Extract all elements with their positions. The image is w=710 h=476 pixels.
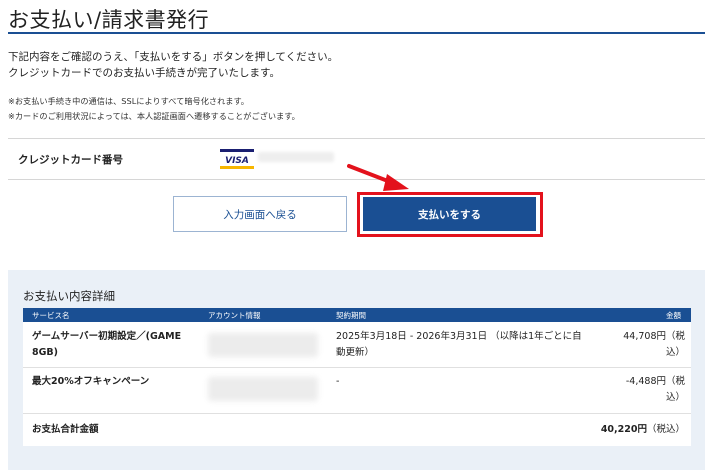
red-arrow-icon [347,164,409,191]
masked-card-number [258,152,334,162]
back-to-input-button[interactable]: 入力画面へ戻る [173,196,347,232]
amount-line: 込） [665,347,685,358]
total-amount: 40,220円（税込） [525,422,685,438]
amount: 44,708円（税 込） [605,329,685,361]
total-label: お支払合計金額 [32,424,99,435]
intro-text: 下記内容をご確認のうえ、「支払いをする」ボタンを押してください。 クレジットカー… [8,50,338,81]
period-line: 動更新） [336,347,375,358]
visa-icon: VISA [220,149,254,169]
service-name: ゲームサーバー初期設定／(GAME 8GB) [32,329,202,361]
service-line: 最大20%オフキャンペーン [32,376,150,387]
header-amount: 金額 [666,311,681,320]
header-account: アカウント情報 [208,311,261,320]
service-line: ゲームサーバー初期設定／(GAME [32,331,182,342]
contract-period: - [336,374,591,390]
page-title: お支払い/請求書発行 [8,8,210,32]
visa-logo-text: VISA [225,156,249,166]
account-info-masked [208,333,318,357]
table-header: サービス名 アカウント情報 契約期間 金額 [23,308,691,322]
details-title: お支払い内容詳細 [23,289,115,303]
period-line: 2025年3月18日 - 2026年3月31日 （以降は1年ごとに自 [336,331,582,342]
service-name: 最大20%オフキャンペーン [32,374,202,390]
total-value: 40,220円 [600,424,647,435]
contract-period: 2025年3月18日 - 2026年3月31日 （以降は1年ごとに自 動更新） [336,329,591,361]
notes: ※お支払い手続き中の通信は、SSLによりすべて暗号化されます。 ※カードのご利用… [8,94,300,124]
payment-details-panel: お支払い内容詳細 サービス名 アカウント情報 契約期間 金額 ゲームサーバー初期… [8,270,705,470]
service-line: 8GB) [32,347,58,358]
header-period: 契約期間 [336,311,366,320]
table-row: ゲームサーバー初期設定／(GAME 8GB) 2025年3月18日 - 2026… [23,322,691,368]
amount-line: -4,488円（税 [625,376,685,387]
amount-line: 44,708円（税 [623,331,685,342]
total-row: お支払合計金額 40,220円（税込） [23,414,691,446]
intro-line: クレジットカードでのお支払い手続きが完了いたします。 [8,66,280,79]
table-row: 最大20%オフキャンペーン - -4,488円（税 込） [23,368,691,414]
auth-note: ※カードのご利用状況によっては、本人認証画面へ遷移することがございます。 [8,111,300,121]
total-suffix: （税込） [646,424,685,435]
ssl-note: ※お支払い手続き中の通信は、SSLによりすべて暗号化されます。 [8,96,249,106]
account-info-masked [208,377,318,401]
header-service: サービス名 [32,311,70,320]
amount: -4,488円（税 込） [605,374,685,406]
intro-line: 下記内容をご確認のうえ、「支払いをする」ボタンを押してください。 [8,51,339,63]
title-divider [8,32,705,34]
pay-button[interactable]: 支払いをする [363,197,536,231]
card-number-label: クレジットカード番号 [18,154,123,166]
period-line: - [336,376,340,387]
details-table: サービス名 アカウント情報 契約期間 金額 ゲームサーバー初期設定／(GAME … [23,308,691,446]
amount-line: 込） [665,392,685,403]
